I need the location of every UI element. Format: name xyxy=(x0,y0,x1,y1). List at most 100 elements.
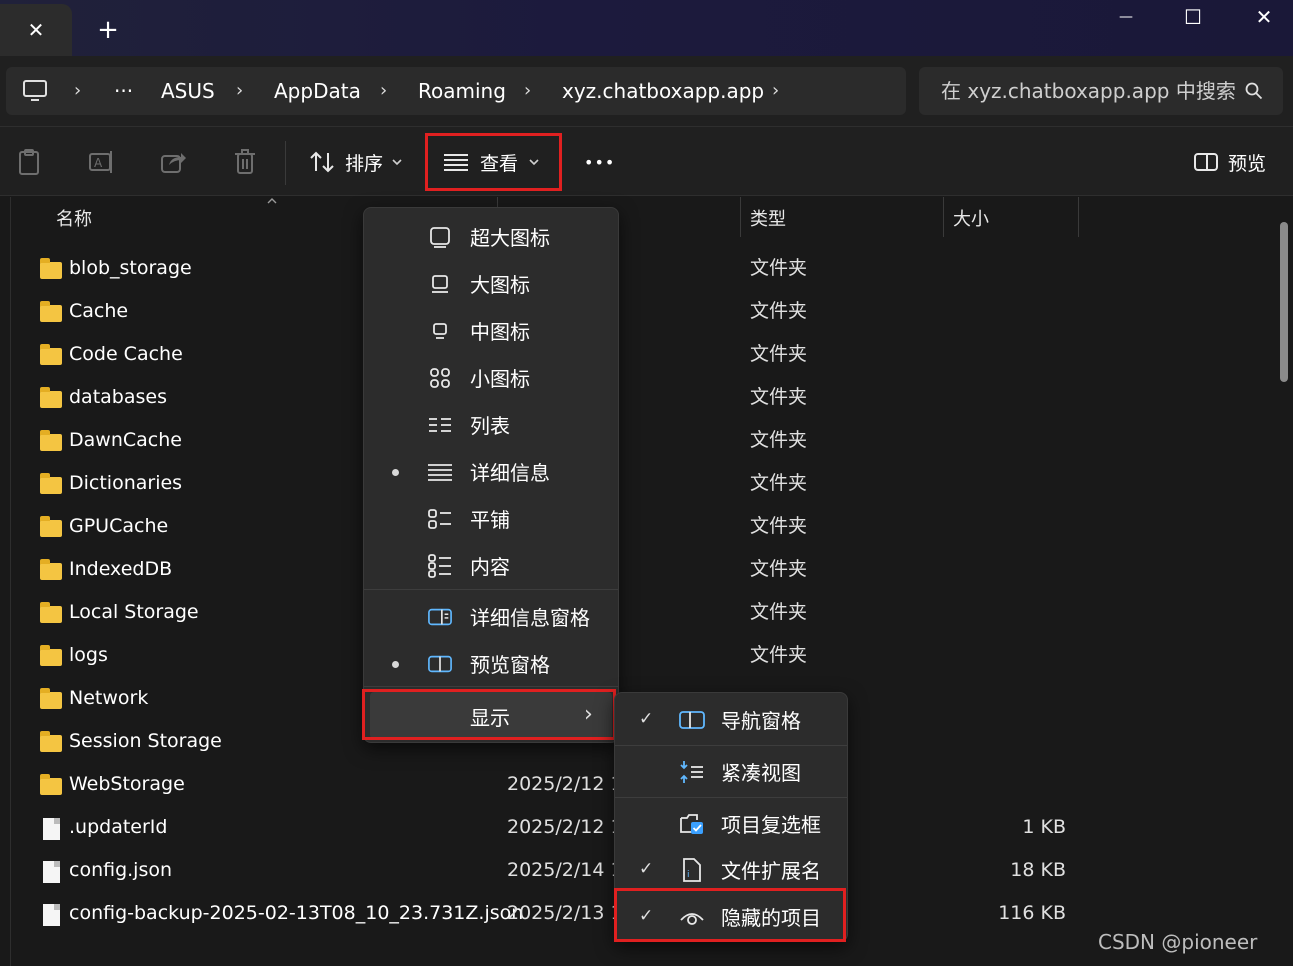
content-icon xyxy=(428,554,452,578)
file-row[interactable]: config.json 2025/2/14 1 18 KB xyxy=(36,852,1086,895)
file-icon xyxy=(40,904,60,926)
hidden-items-highlight xyxy=(614,888,846,942)
file-name: GPUCache xyxy=(69,515,169,537)
file-name: DawnCache xyxy=(69,429,182,451)
menu-item-smalls-icon[interactable]: 小图标 xyxy=(364,353,618,400)
menu-item-extra-larges-icon[interactable]: 超大图标 xyxy=(364,212,618,259)
breadcrumb-item-asus[interactable]: ASUS xyxy=(161,67,215,115)
submenu-item-navigation-pane[interactable]: ✓ 导航窗格 xyxy=(615,695,847,743)
file-name: Network xyxy=(69,687,149,709)
folder-row[interactable]: WebStorage 2025/2/12 1 xyxy=(36,766,1086,809)
menu-item-label: 平铺 xyxy=(470,508,510,532)
file-size: 18 KB xyxy=(1010,859,1066,881)
show-item-highlight xyxy=(362,689,616,740)
menu-item-mediums-icon[interactable]: 中图标 xyxy=(364,306,618,353)
file-name: config.json xyxy=(69,859,173,881)
column-header-name[interactable]: 名称 xyxy=(56,205,92,231)
submenu-item-label: 导航窗格 xyxy=(721,709,801,733)
file-name: databases xyxy=(69,386,167,408)
file-name: Local Storage xyxy=(69,601,199,623)
breadcrumb-separator[interactable]: › xyxy=(236,67,243,115)
delete-icon[interactable] xyxy=(230,147,260,177)
menu-item-preview-pane[interactable]: 预览窗格 xyxy=(364,639,618,686)
submenu-item-label: 项目复选框 xyxy=(721,813,821,837)
this-pc-icon[interactable] xyxy=(22,79,48,103)
large-icons-icon xyxy=(428,272,452,296)
close-icon: ✕ xyxy=(1255,5,1273,29)
file-name: Dictionaries xyxy=(69,472,183,494)
file-row[interactable]: .updaterId2025/2/12 1文件1 KB xyxy=(36,809,1086,852)
menu-item-larges-icon[interactable]: 大图标 xyxy=(364,259,618,306)
current-tab[interactable]: ✕ xyxy=(0,4,72,56)
minimize-button[interactable]: — xyxy=(1097,2,1155,32)
extra-large-icons-icon xyxy=(428,225,452,249)
folder-icon xyxy=(40,258,62,279)
submenu-item-compact-view[interactable]: 紧凑视图 xyxy=(615,747,847,795)
tiles-icon xyxy=(428,507,452,531)
address-bar[interactable]: › ··· ASUS › AppData › Roaming › xyz.cha… xyxy=(6,67,906,115)
command-bar: A 排序 查看 ••• 预览 xyxy=(0,126,1293,196)
rename-icon[interactable]: A xyxy=(86,147,116,177)
file-name: IndexedDB xyxy=(69,558,173,580)
small-icons-icon xyxy=(428,366,452,390)
menu-separator xyxy=(364,589,618,590)
minimize-icon: — xyxy=(1119,9,1133,25)
preview-pane-button[interactable]: 预览 xyxy=(1194,127,1266,197)
details-icon xyxy=(428,460,452,484)
folder-icon xyxy=(40,602,62,623)
check-icon: ✓ xyxy=(639,859,654,879)
menu-item-details-pane[interactable]: 详细信息窗格 xyxy=(364,592,618,639)
file-icon xyxy=(40,861,60,883)
folder-icon xyxy=(40,516,62,537)
search-icon[interactable] xyxy=(1245,82,1263,100)
menu-item-label: 超大图标 xyxy=(470,226,550,250)
search-input[interactable]: 在 xyz.chatboxapp.app 中搜索 xyxy=(941,67,1236,115)
file-type: 文件夹 xyxy=(750,472,808,494)
submenu-item-file-extension[interactable]: ✓ i 文件扩展名 xyxy=(615,845,847,893)
breadcrumb-item-chatboxapp[interactable]: xyz.chatboxapp.app xyxy=(562,67,764,115)
vertical-scrollbar[interactable] xyxy=(1280,222,1288,382)
file-name: blob_storage xyxy=(69,257,192,279)
close-window-button[interactable]: ✕ xyxy=(1235,2,1293,32)
column-divider[interactable] xyxy=(740,197,741,237)
breadcrumb-item-roaming[interactable]: Roaming xyxy=(418,67,506,115)
folder-icon xyxy=(40,774,62,795)
search-box[interactable]: 在 xyz.chatboxapp.app 中搜索 xyxy=(919,67,1283,115)
menu-item-label: 列表 xyxy=(470,414,510,438)
item-checkbox-icon xyxy=(679,811,705,837)
paste-icon[interactable] xyxy=(14,147,44,177)
compact-view-icon xyxy=(679,759,705,785)
file-name: config-backup-2025-02-13T08_10_23.731Z.j… xyxy=(69,902,524,924)
column-header-type[interactable]: 类型 xyxy=(750,205,786,231)
menu-item-tiles[interactable]: 平铺 xyxy=(364,494,618,541)
more-options-button[interactable]: ••• xyxy=(584,127,615,197)
breadcrumb-separator[interactable]: › xyxy=(380,67,387,115)
breadcrumb-separator[interactable]: › xyxy=(524,67,531,115)
file-row[interactable]: config-backup-2025-02-13T08_10_23.731Z.j… xyxy=(36,895,1086,938)
menu-item-content[interactable]: 内容 xyxy=(364,541,618,588)
svg-text:i: i xyxy=(687,870,690,880)
breadcrumb-item-appdata[interactable]: AppData xyxy=(274,67,361,115)
maximize-button[interactable]: ☐ xyxy=(1164,2,1222,32)
chevron-down-icon xyxy=(391,158,403,166)
folder-icon xyxy=(40,731,62,752)
breadcrumb-ellipsis[interactable]: ··· xyxy=(114,67,133,115)
column-divider[interactable] xyxy=(943,197,944,237)
sort-button[interactable]: 排序 xyxy=(309,127,403,197)
share-icon[interactable] xyxy=(158,147,188,177)
toolbar-divider xyxy=(285,141,286,185)
selected-dot-icon xyxy=(392,661,399,668)
date-modified: 2025/2/12 1 xyxy=(507,773,623,795)
new-tab-button[interactable]: + xyxy=(88,14,128,46)
submenu-item-item-checkbox[interactable]: 项目复选框 xyxy=(615,799,847,847)
breadcrumb-separator[interactable]: › xyxy=(772,67,779,115)
menu-separator xyxy=(364,686,618,687)
column-header-size[interactable]: 大小 xyxy=(953,205,989,231)
column-divider[interactable] xyxy=(1078,197,1079,237)
preview-pane-icon xyxy=(428,652,452,676)
close-tab-icon[interactable]: ✕ xyxy=(28,18,45,42)
menu-item-details[interactable]: 详细信息 xyxy=(364,447,618,494)
breadcrumb-separator[interactable]: › xyxy=(74,67,81,115)
menu-item-list[interactable]: 列表 xyxy=(364,400,618,447)
date-modified: 2025/2/13 1 xyxy=(507,902,623,924)
